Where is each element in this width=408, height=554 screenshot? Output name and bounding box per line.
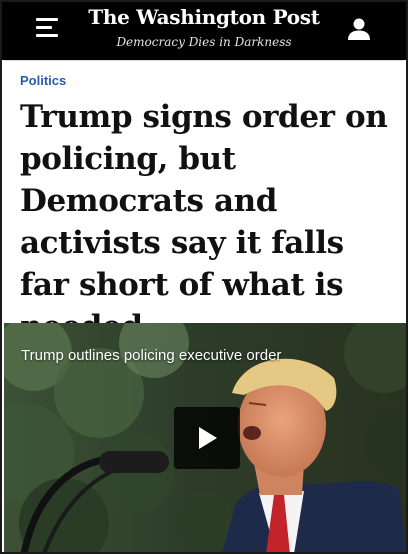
section-kicker[interactable]: Politics [20, 73, 66, 88]
site-tagline: Democracy Dies in Darkness [116, 35, 292, 49]
masthead[interactable]: The Washington Post Democracy Dies in Da… [82, 4, 326, 50]
page-frame: The Washington Post Democracy Dies in Da… [0, 0, 408, 554]
site-header: The Washington Post Democracy Dies in Da… [2, 2, 406, 60]
hamburger-menu-icon[interactable] [36, 16, 62, 40]
play-icon [199, 427, 217, 449]
header-divider [4, 60, 404, 61]
play-button[interactable] [174, 407, 240, 469]
video-player[interactable]: Trump outlines policing executive order [4, 323, 406, 552]
video-caption[interactable]: Trump outlines policing executive order [21, 347, 281, 364]
article-headline: Trump signs order on policing, but Democ… [20, 99, 388, 345]
site-logo[interactable]: The Washington Post [82, 4, 326, 30]
user-account-icon[interactable] [346, 16, 372, 42]
